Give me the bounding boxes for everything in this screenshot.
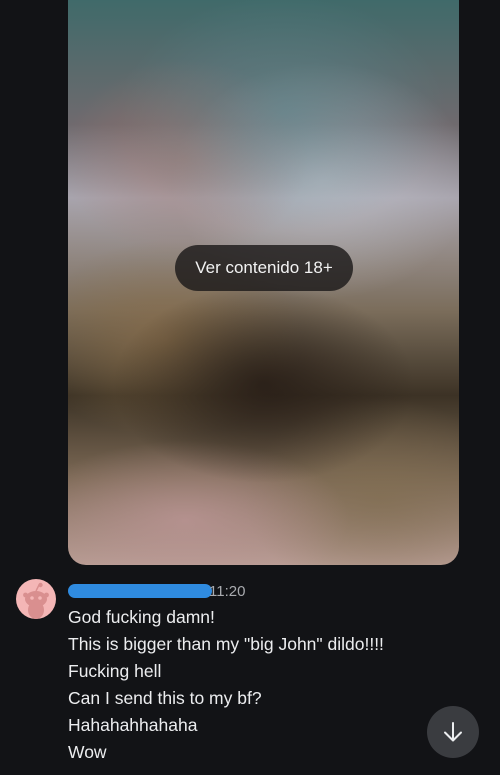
redacted-username: [68, 584, 212, 598]
chat-screen: Ver contenido 18+ 11:20 God fucking damn…: [0, 0, 500, 775]
chat-message: 11:20 God fucking damn! This is bigger t…: [68, 582, 468, 766]
message-body: God fucking damn! This is bigger than my…: [68, 604, 468, 766]
arrow-down-icon: [444, 722, 462, 742]
message-line: God fucking damn!: [68, 607, 215, 627]
avatar[interactable]: [16, 579, 56, 619]
message-line: Wow: [68, 742, 107, 762]
message-line: Hahahahhahaha: [68, 715, 198, 735]
message-timestamp: 11:20: [209, 583, 246, 600]
message-line: This is bigger than my "big John" dildo!…: [68, 634, 384, 654]
message-header: 11:20: [68, 582, 468, 602]
reddit-snoo-icon: [23, 582, 49, 619]
message-line: Fucking hell: [68, 661, 162, 681]
scroll-to-bottom-button[interactable]: [427, 706, 479, 758]
view-nsfw-content-button[interactable]: Ver contenido 18+: [175, 245, 353, 291]
message-line: Can I send this to my bf?: [68, 688, 262, 708]
